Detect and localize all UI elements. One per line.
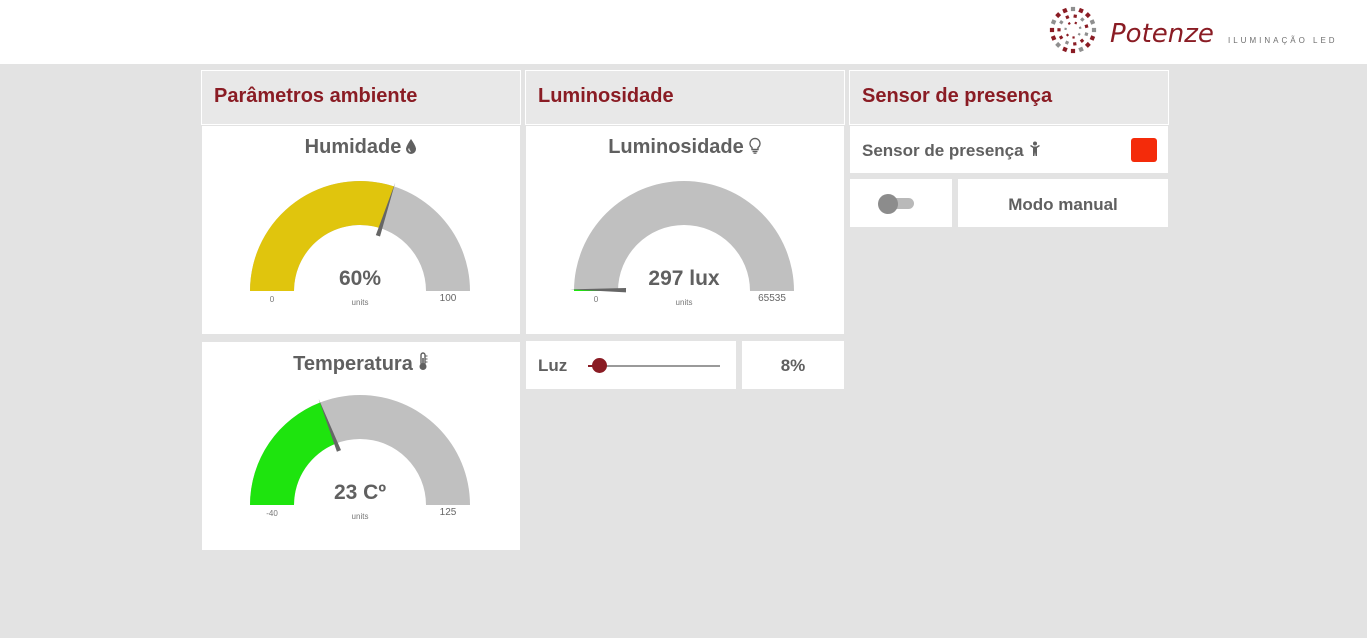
humidity-gauge-units: units [352, 298, 369, 307]
humidity-title-label: Humidade [304, 136, 402, 158]
presence-status-indicator [1131, 138, 1157, 162]
temperature-gauge-min: -40 [266, 509, 278, 518]
humidity-gauge-value: 60% [339, 267, 381, 290]
light-slider[interactable] [588, 358, 720, 373]
humidity-title: Humidade [202, 136, 520, 160]
light-slider-thumb[interactable] [591, 358, 607, 373]
luminosity-header: Luminosidade [525, 70, 845, 125]
thermometer-icon [417, 352, 429, 377]
lux-card: 297 lux units 0 65535 Luminosidade [526, 126, 844, 334]
lightbulb-icon [748, 137, 762, 160]
presence-header-title: Sensor de presença [862, 85, 1053, 107]
toggle-knob [878, 194, 898, 214]
lux-gauge-value: 297 lux [648, 267, 720, 290]
luminosity-header-title: Luminosidade [538, 85, 674, 107]
manual-mode-toggle[interactable] [878, 194, 914, 214]
temperature-title: Temperatura [202, 352, 520, 377]
temperature-title-label: Temperatura [293, 353, 413, 375]
humidity-gauge-min: 0 [270, 295, 275, 304]
brand-logo: Potenze ILUMINAÇÃO LED [1048, 5, 1348, 57]
light-slider-card: Luz [526, 341, 736, 389]
lux-title: Luminosidade [526, 136, 844, 160]
top-bar: Potenze ILUMINAÇÃO LED [0, 0, 1367, 64]
presence-label-text: Sensor de presença [862, 141, 1024, 160]
temperature-gauge-max: 125 [440, 507, 457, 518]
humidity-card: 60% units 0 100 Humidade [202, 126, 520, 334]
logo-mark-icon [1049, 6, 1097, 54]
lux-gauge-units: units [676, 298, 693, 307]
manual-mode-label: Modo manual [1008, 195, 1118, 214]
brand-name: Potenze [1110, 19, 1214, 49]
presence-label: Sensor de presença [862, 141, 1041, 162]
lux-gauge-min: 0 [594, 295, 599, 304]
lux-title-label: Luminosidade [608, 136, 744, 158]
ambient-header-title: Parâmetros ambiente [214, 85, 418, 107]
humidity-gauge-max: 100 [440, 293, 457, 304]
temperature-card: 23 Cº units -40 125 Temperatura [202, 342, 520, 550]
mode-toggle-card [850, 179, 952, 227]
light-value-card: 8% [742, 341, 844, 389]
person-icon [1029, 141, 1041, 162]
presence-card: Sensor de presença [850, 126, 1168, 173]
brand-subtitle: ILUMINAÇÃO LED [1228, 36, 1338, 45]
lux-gauge-max: 65535 [758, 293, 786, 304]
temperature-gauge-units: units [352, 512, 369, 521]
temperature-gauge-value: 23 Cº [334, 481, 386, 504]
mode-label-card: Modo manual [958, 179, 1168, 227]
presence-header: Sensor de presença [849, 70, 1169, 125]
light-label: Luz [538, 356, 568, 375]
light-value: 8% [780, 356, 806, 375]
water-drop-icon [405, 137, 417, 160]
temperature-gauge-fill [250, 402, 337, 505]
ambient-header: Parâmetros ambiente [201, 70, 521, 125]
